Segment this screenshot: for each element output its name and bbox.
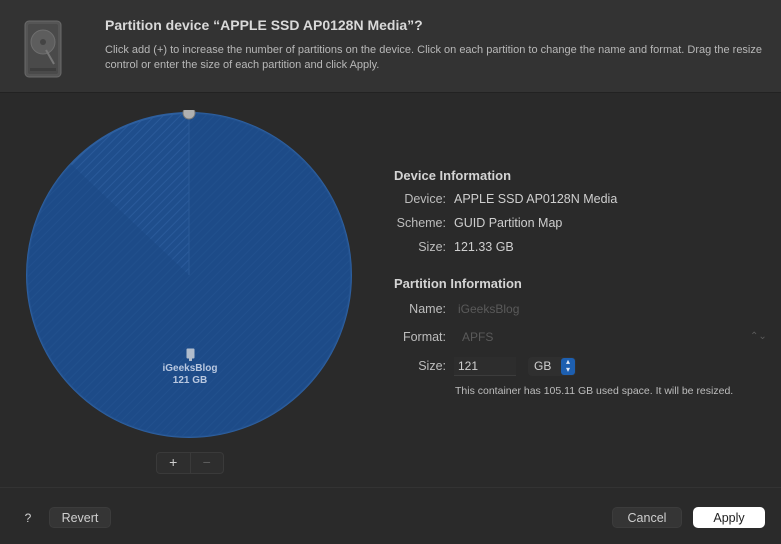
- format-select-arrow-icon: ⌃⌄: [750, 331, 767, 342]
- partition-pie-chart[interactable]: [24, 110, 354, 440]
- apply-button[interactable]: Apply: [693, 507, 765, 528]
- resize-note: This container has 105.11 GB used space.…: [455, 385, 734, 397]
- revert-button[interactable]: Revert: [49, 507, 111, 528]
- partition-size-label: Size:: [418, 359, 446, 373]
- device-value: APPLE SSD AP0128N Media: [454, 192, 618, 206]
- cancel-button[interactable]: Cancel: [612, 507, 682, 528]
- name-field[interactable]: iGeeksBlog: [458, 302, 519, 316]
- format-label: Format:: [402, 330, 446, 344]
- format-select[interactable]: APFS: [462, 330, 493, 344]
- add-remove-control: + −: [156, 452, 224, 474]
- dialog-title: Partition device “APPLE SSD AP0128N Medi…: [105, 17, 423, 33]
- resize-handle: [182, 110, 196, 120]
- device-info-title: Device Information: [394, 168, 512, 183]
- dialog-header: Partition device “APPLE SSD AP0128N Medi…: [0, 0, 781, 93]
- hard-disk-icon: [24, 20, 62, 78]
- partition-info-title: Partition Information: [394, 276, 522, 291]
- scheme-value: GUID Partition Map: [454, 216, 563, 230]
- device-size-value: 121.33 GB: [454, 240, 514, 254]
- partition-volume-icon: [186, 348, 195, 361]
- device-size-label: Size:: [418, 240, 446, 254]
- pie-partition-label: iGeeksBlog 121 GB: [140, 363, 240, 387]
- pie-partition-name: iGeeksBlog: [162, 363, 218, 374]
- partition-size-input[interactable]: 121: [454, 357, 516, 376]
- remove-partition-button[interactable]: −: [191, 453, 224, 473]
- device-label: Device:: [404, 192, 446, 206]
- unit-select-chevron-icon[interactable]: ▴ ▾: [561, 358, 575, 375]
- pie-partition-size: 121 GB: [172, 375, 208, 386]
- help-button[interactable]: ?: [17, 509, 39, 527]
- name-label: Name:: [409, 302, 446, 316]
- scheme-label: Scheme:: [396, 216, 446, 230]
- dialog-description: Click add (+) to increase the number of …: [105, 44, 762, 71]
- add-partition-button[interactable]: +: [157, 453, 190, 473]
